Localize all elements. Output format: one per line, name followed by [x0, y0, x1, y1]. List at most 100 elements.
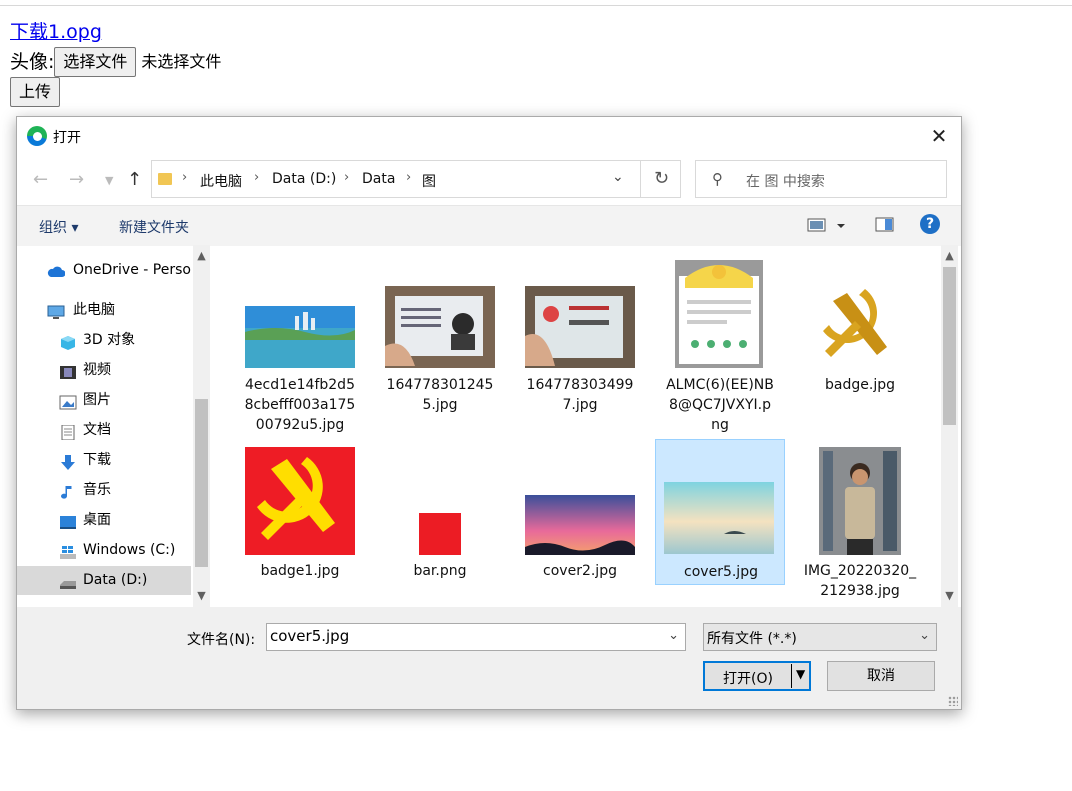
nav-item-windows-c[interactable]: Windows (C:): [17, 536, 191, 565]
nav-scroll-thumb[interactable]: [195, 399, 208, 567]
recent-chevron-icon[interactable]: ▼: [105, 174, 113, 187]
nav-scrollbar[interactable]: ▲ ▼: [193, 245, 210, 607]
scroll-down-arrow-icon[interactable]: ▼: [193, 589, 210, 602]
dialog-footer: 文件名(N): cover5.jpg ⌄ 所有文件 (*.*) ⌄ 打开(O) …: [17, 607, 961, 709]
split-divider: [791, 664, 792, 688]
image-icon: [59, 392, 77, 410]
preview-pane-icon[interactable]: [875, 215, 895, 239]
upload-form: 下载1.opg 头像: 选择文件 未选择文件 上传: [10, 17, 221, 107]
cancel-button[interactable]: 取消: [827, 661, 935, 691]
chevron-right-icon[interactable]: ›: [406, 170, 411, 185]
thumbnail-coast: [245, 306, 355, 368]
file-tile[interactable]: bar.png: [375, 441, 505, 601]
edge-icon: [27, 126, 47, 146]
file-name-line: 00792u5.jpg: [255, 417, 345, 433]
nav-item-3d-objects[interactable]: 3D 对象: [17, 326, 191, 355]
dialog-titlebar[interactable]: 打开 ✕: [17, 117, 961, 155]
filetype-select[interactable]: 所有文件 (*.*) ⌄: [703, 623, 937, 651]
top-divider: [0, 5, 1072, 6]
choose-file-button[interactable]: 选择文件: [54, 47, 137, 77]
file-name-line: 212938.jpg: [820, 583, 900, 599]
nav-label: 图片: [83, 392, 111, 408]
nav-item-desktop[interactable]: 桌面: [17, 506, 191, 535]
file-name-line: 7.jpg: [562, 397, 598, 413]
file-tile[interactable]: ALMC(6)(EE)NB 8@QC7JVXYI.p ng: [655, 259, 785, 439]
file-tile[interactable]: cover2.jpg: [515, 441, 645, 601]
thumbnail-badge-red: [245, 447, 355, 555]
nav-label: 视频: [83, 362, 111, 378]
new-folder-button[interactable]: 新建文件夹: [119, 217, 189, 237]
nav-label: 桌面: [83, 512, 111, 528]
file-name-line: ng: [711, 417, 729, 433]
chevron-right-icon[interactable]: ›: [182, 170, 187, 185]
nav-item-pictures[interactable]: 图片: [17, 386, 191, 415]
filename-label: 文件名(N):: [187, 632, 256, 648]
navigation-pane: OneDrive - Perso 此电脑 3D 对象 视频 图片 文档 下载 音…: [17, 245, 213, 607]
breadcrumb-data[interactable]: Data: [362, 171, 395, 187]
up-arrow-icon[interactable]: ↑: [127, 169, 142, 190]
thumbnail-screenshot: [675, 260, 763, 368]
files-scrollbar[interactable]: ▲ ▼: [941, 245, 958, 607]
file-tile[interactable]: 164778301245 5.jpg: [375, 259, 505, 439]
chevron-down-icon[interactable]: ⌄: [919, 628, 930, 643]
search-icon: ⚲: [712, 170, 723, 188]
file-tile[interactable]: IMG_20220320_ 212938.jpg: [795, 441, 925, 601]
breadcrumb-this-pc[interactable]: 此电脑: [200, 171, 242, 191]
address-bar[interactable]: › 此电脑 › Data (D:) › Data › 图 ⌄ ↻: [151, 160, 681, 198]
file-name-line: 8cbefff003a175: [244, 397, 356, 413]
filename-input[interactable]: cover5.jpg ⌄: [266, 623, 686, 651]
file-tile-selected[interactable]: cover5.jpg: [655, 439, 785, 585]
breadcrumb-data-drive[interactable]: Data (D:): [272, 171, 336, 187]
breadcrumb-current[interactable]: 图: [422, 171, 436, 191]
forward-arrow-icon[interactable]: →: [69, 169, 84, 190]
nav-item-data-d[interactable]: Data (D:): [17, 566, 191, 595]
thumbnail-id-card: [385, 286, 495, 368]
upload-button[interactable]: 上传: [10, 77, 61, 107]
nav-item-music[interactable]: 音乐: [17, 476, 191, 505]
file-tile[interactable]: 164778303499 7.jpg: [515, 259, 645, 439]
close-button[interactable]: ✕: [917, 117, 961, 155]
open-options-dropdown-icon[interactable]: ▼: [796, 667, 805, 681]
nav-label: OneDrive - Perso: [73, 262, 191, 278]
refresh-icon[interactable]: ↻: [640, 161, 682, 197]
chevron-down-icon[interactable]: ⌄: [668, 628, 679, 643]
file-tile[interactable]: badge.jpg: [795, 259, 925, 439]
open-file-dialog: 打开 ✕ ← → ▼ ↑ › 此电脑 › Data (D:) › Data › …: [16, 116, 962, 710]
nav-label: 3D 对象: [83, 332, 136, 348]
organize-button[interactable]: 组织 ▾: [39, 217, 78, 237]
thumbnail-sea: [664, 482, 774, 554]
nav-item-onedrive[interactable]: OneDrive - Perso: [17, 256, 191, 285]
thumbnail-id-card-back: [525, 286, 635, 368]
command-bar: 组织 ▾ 新建文件夹: [17, 205, 961, 246]
help-icon[interactable]: ?: [920, 214, 940, 234]
file-grid: 4ecd1e14fb2d5 8cbefff003a175 00792u5.jpg…: [215, 245, 941, 607]
open-button-label: 打开(O): [723, 671, 773, 687]
windows-drive-icon: [59, 542, 76, 559]
thumbnail-badge-gold: [805, 281, 913, 367]
resize-grip-icon[interactable]: [948, 696, 958, 706]
file-name-line: 164778301245: [386, 377, 494, 393]
open-button[interactable]: 打开(O) ▼: [703, 661, 811, 691]
scroll-up-arrow-icon[interactable]: ▲: [941, 249, 958, 262]
chevron-right-icon[interactable]: ›: [254, 170, 259, 185]
nav-item-documents[interactable]: 文档: [17, 416, 191, 445]
chevron-down-icon[interactable]: ⌄: [612, 169, 624, 185]
file-name-line: 5.jpg: [422, 397, 458, 413]
scroll-down-arrow-icon[interactable]: ▼: [941, 589, 958, 602]
nav-item-downloads[interactable]: 下载: [17, 446, 191, 475]
nav-item-this-pc[interactable]: 此电脑: [17, 296, 191, 325]
search-box[interactable]: ⚲ 在 图 中搜索: [695, 160, 947, 198]
nav-item-videos[interactable]: 视频: [17, 356, 191, 385]
chevron-right-icon[interactable]: ›: [344, 170, 349, 185]
scroll-up-arrow-icon[interactable]: ▲: [193, 249, 210, 262]
back-arrow-icon[interactable]: ←: [33, 169, 48, 190]
desktop-icon: [59, 512, 76, 529]
download-link[interactable]: 下载1.opg: [10, 19, 102, 45]
file-tile[interactable]: 4ecd1e14fb2d5 8cbefff003a175 00792u5.jpg: [235, 259, 365, 439]
file-tile[interactable]: badge1.jpg: [235, 441, 365, 601]
music-icon: [59, 482, 76, 499]
files-scroll-thumb[interactable]: [943, 267, 956, 425]
file-name-line: cover2.jpg: [543, 563, 617, 579]
file-name-line: IMG_20220320_: [803, 563, 917, 579]
view-options-icon[interactable]: [807, 215, 851, 239]
